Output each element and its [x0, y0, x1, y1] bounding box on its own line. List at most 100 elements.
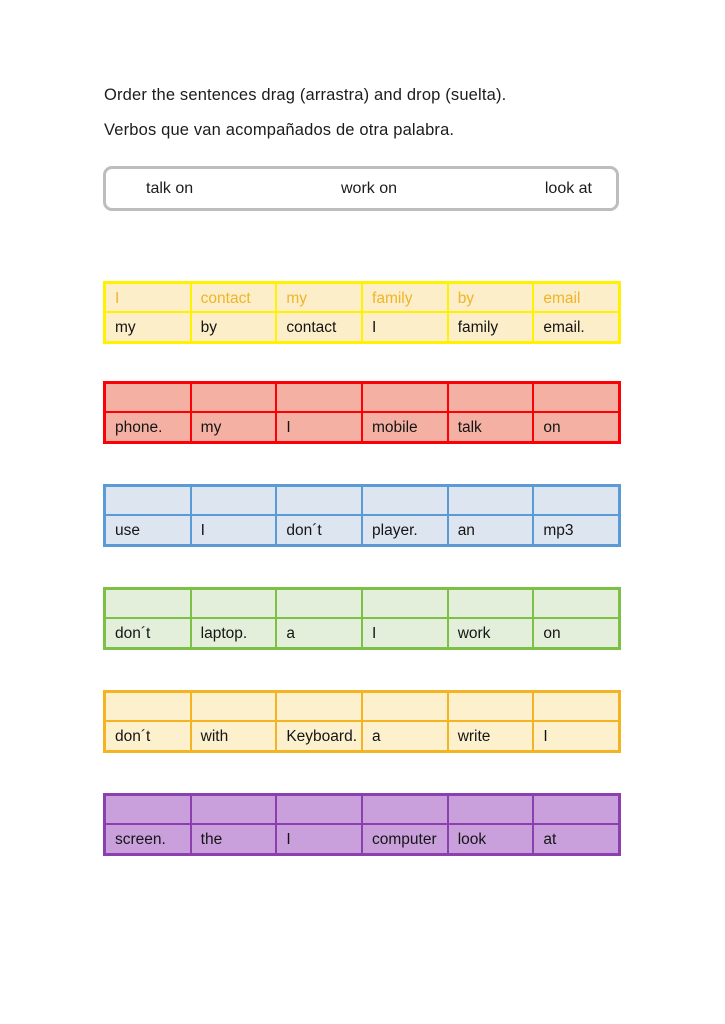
drop-slot[interactable] — [190, 793, 277, 824]
word-tile-row: my by contact Ifamily email. — [103, 312, 622, 344]
word-tile[interactable]: email. — [533, 312, 622, 344]
drop-slot[interactable] — [276, 381, 363, 412]
drop-slot[interactable]: my — [276, 281, 363, 312]
drop-slot[interactable] — [447, 793, 534, 824]
word-tile[interactable]: at — [533, 824, 622, 856]
drop-slot[interactable] — [190, 381, 277, 412]
word-tile[interactable]: don´t — [103, 721, 191, 753]
instruction-line-english: Order the sentences drag (arrastra) and … — [104, 86, 507, 104]
drop-slot[interactable]: email — [533, 281, 622, 312]
word-tile[interactable]: my — [190, 412, 277, 444]
word-tile[interactable]: don´t — [103, 618, 191, 650]
word-tile[interactable]: player. — [362, 515, 448, 547]
word-tile-row: use Idon´t player. an mp3 — [103, 515, 622, 547]
drop-target-row — [103, 484, 622, 515]
drop-slot-hint-text: by — [457, 290, 475, 307]
drop-target-row — [103, 793, 622, 824]
drop-slot[interactable] — [533, 484, 622, 515]
drop-slot[interactable] — [103, 587, 191, 618]
drop-slot[interactable] — [362, 690, 448, 721]
exercise-table-purple: screen. the Icomputer look at — [103, 793, 622, 856]
word-tile[interactable]: laptop. — [190, 618, 277, 650]
drop-slot[interactable] — [447, 587, 534, 618]
drop-target-row — [103, 381, 622, 412]
exercise-table-blue: use Idon´t player. an mp3 — [103, 484, 622, 547]
drop-slot[interactable] — [190, 587, 277, 618]
drop-target-row — [103, 587, 622, 618]
drop-target-row: Icontact my family by email — [103, 281, 622, 312]
word-tile[interactable]: contact — [276, 312, 363, 344]
drop-slot[interactable] — [533, 793, 622, 824]
drop-slot[interactable] — [362, 381, 448, 412]
word-tile[interactable]: mp3 — [533, 515, 622, 547]
word-tile[interactable]: a — [362, 721, 448, 753]
word-tile[interactable]: work — [447, 618, 534, 650]
drop-slot[interactable] — [190, 690, 277, 721]
drop-slot-hint-text: I — [115, 290, 120, 307]
drop-slot[interactable] — [276, 484, 363, 515]
word-bank-item-work-on[interactable]: work on — [341, 180, 397, 198]
word-tile[interactable]: on — [533, 412, 622, 444]
instruction-line-spanish: Verbos que van acompañados de otra palab… — [104, 120, 455, 139]
drop-slot[interactable] — [190, 484, 277, 515]
word-tile[interactable]: I — [276, 412, 363, 444]
word-tile[interactable]: I — [362, 618, 448, 650]
drop-slot[interactable] — [362, 793, 448, 824]
word-tile[interactable]: with — [190, 721, 277, 753]
word-tile-row: don´t laptop. a Iwork on — [103, 618, 622, 650]
word-tile[interactable]: by — [190, 312, 277, 344]
drop-slot-hint-text: email — [543, 290, 581, 307]
word-tile-row: phone. my Imobile talk on — [103, 412, 622, 444]
drop-slot[interactable]: contact — [190, 281, 277, 312]
word-tile[interactable]: use — [103, 515, 191, 547]
drop-slot[interactable] — [362, 484, 448, 515]
word-tile[interactable]: computer — [362, 824, 448, 856]
drop-slot[interactable] — [533, 587, 622, 618]
word-tile[interactable]: Keyboard. — [276, 721, 363, 753]
drop-slot[interactable]: I — [103, 281, 191, 312]
word-tile[interactable]: screen. — [103, 824, 191, 856]
drop-slot[interactable] — [103, 793, 191, 824]
drop-slot[interactable] — [276, 793, 363, 824]
word-tile[interactable]: mobile — [362, 412, 448, 444]
word-tile-row: don´t with Keyboard. a write I — [103, 721, 622, 753]
word-tile[interactable]: phone. — [103, 412, 191, 444]
drop-slot[interactable] — [276, 690, 363, 721]
word-tile[interactable]: I — [533, 721, 622, 753]
drop-slot[interactable] — [103, 484, 191, 515]
word-tile[interactable]: the — [190, 824, 277, 856]
word-tile[interactable]: look — [447, 824, 534, 856]
exercise-table-red: phone. my Imobile talk on — [103, 381, 622, 444]
drop-slot[interactable]: by — [447, 281, 534, 312]
drop-slot[interactable] — [103, 381, 191, 412]
word-tile[interactable]: a — [276, 618, 363, 650]
drop-slot-hint-text: contact — [200, 290, 251, 307]
word-tile[interactable]: don´t — [276, 515, 363, 547]
drop-slot[interactable] — [447, 484, 534, 515]
word-bank-item-look-at[interactable]: look at — [545, 180, 592, 198]
word-bank[interactable]: talk on work on look at — [103, 166, 619, 211]
drop-slot[interactable] — [447, 690, 534, 721]
worksheet-page: Order the sentences drag (arrastra) and … — [0, 0, 725, 1024]
drop-slot-hint-text: family — [372, 290, 413, 307]
drop-slot[interactable] — [533, 690, 622, 721]
exercise-table-yellow: Icontact my family by email my by contact Ifamil… — [103, 281, 622, 344]
word-tile[interactable]: talk — [447, 412, 534, 444]
word-tile[interactable]: I — [276, 824, 363, 856]
drop-slot[interactable] — [103, 690, 191, 721]
drop-slot[interactable] — [533, 381, 622, 412]
word-tile[interactable]: I — [362, 312, 448, 344]
drop-slot[interactable] — [447, 381, 534, 412]
drop-slot[interactable] — [276, 587, 363, 618]
word-tile[interactable]: I — [190, 515, 277, 547]
drop-slot[interactable] — [362, 587, 448, 618]
word-tile[interactable]: my — [103, 312, 191, 344]
exercise-table-green: don´t laptop. a Iwork on — [103, 587, 622, 650]
word-tile[interactable]: write — [447, 721, 534, 753]
word-bank-item-talk-on[interactable]: talk on — [146, 180, 193, 198]
word-tile[interactable]: on — [533, 618, 622, 650]
word-tile[interactable]: an — [447, 515, 534, 547]
drop-slot[interactable]: family — [362, 281, 448, 312]
word-tile[interactable]: family — [447, 312, 534, 344]
drop-slot-hint-text: my — [286, 290, 308, 307]
